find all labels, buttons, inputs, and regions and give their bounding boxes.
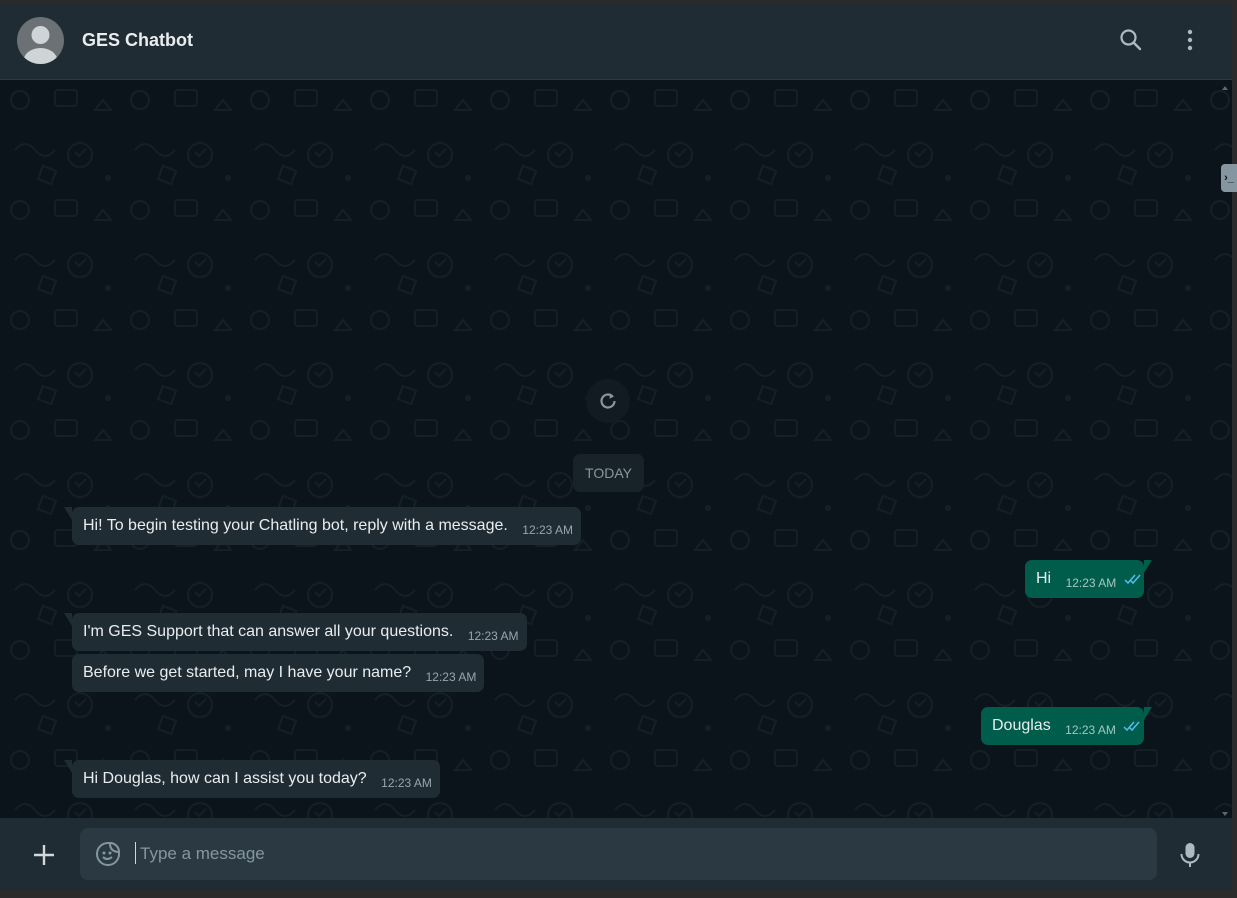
message-bubble-outgoing[interactable]: Douglas 12:23 AM: [981, 707, 1152, 747]
message-bubble-incoming[interactable]: Hi! To begin testing your Chatling bot, …: [64, 507, 581, 545]
message-text: I'm GES Support that can answer all your…: [83, 623, 454, 640]
message-text: Hi Douglas, how can I assist you today?: [83, 770, 367, 787]
message-time: 12:23 AM: [1065, 576, 1117, 590]
message-input[interactable]: [138, 828, 1140, 880]
bubble-tail: [64, 613, 72, 626]
plus-icon[interactable]: [31, 842, 57, 868]
scroll-up-arrow[interactable]: [1222, 86, 1228, 90]
sticker-icon[interactable]: [95, 841, 121, 867]
chat-header: GES Chatbot: [0, 3, 1232, 80]
bubble-tail: [1144, 707, 1152, 720]
text-caret: [135, 842, 136, 864]
chat-title[interactable]: GES Chatbot: [82, 30, 193, 51]
message-time: 12:23 AM: [381, 776, 432, 790]
message-bubble-outgoing[interactable]: Hi 12:23 AM: [1025, 560, 1152, 600]
message-text: Hi! To begin testing your Chatling bot, …: [83, 517, 508, 534]
search-icon[interactable]: [1118, 27, 1144, 53]
message-time: 12:23 AM: [522, 523, 573, 537]
double-check-read-icon: [1124, 562, 1142, 600]
bubble-tail: [64, 760, 72, 773]
load-more-button[interactable]: [586, 379, 630, 423]
default-avatar-icon[interactable]: [17, 17, 64, 64]
message-bubble-incoming[interactable]: Before we get started, may I have your n…: [72, 654, 485, 692]
side-panel-toggle[interactable]: ›_: [1221, 164, 1237, 192]
microphone-icon[interactable]: [1178, 841, 1202, 869]
double-check-read-icon: [1123, 709, 1141, 747]
refresh-icon: [600, 393, 616, 409]
message-bubble-incoming[interactable]: I'm GES Support that can answer all your…: [64, 613, 527, 651]
chat-window: GES Chatbot TODAY Hi! To begin testing y…: [0, 3, 1232, 890]
bubble-tail: [64, 507, 72, 520]
bubble-tail: [1144, 560, 1152, 573]
message-text: Hi: [1036, 570, 1052, 587]
message-bubble-incoming[interactable]: Hi Douglas, how can I assist you today? …: [64, 760, 440, 798]
date-divider: TODAY: [573, 454, 644, 492]
message-composer: [0, 818, 1232, 890]
message-time: 12:23 AM: [425, 670, 477, 684]
message-time: 12:23 AM: [1065, 723, 1116, 737]
scroll-down-arrow[interactable]: [1222, 812, 1228, 816]
message-time: 12:23 AM: [467, 629, 519, 643]
message-text: Before we get started, may I have your n…: [83, 664, 412, 681]
message-input-container[interactable]: [80, 828, 1157, 880]
message-list[interactable]: TODAY Hi! To begin testing your Chatling…: [0, 80, 1232, 820]
kebab-menu-icon[interactable]: [1177, 27, 1203, 53]
message-text: Douglas: [992, 717, 1051, 734]
